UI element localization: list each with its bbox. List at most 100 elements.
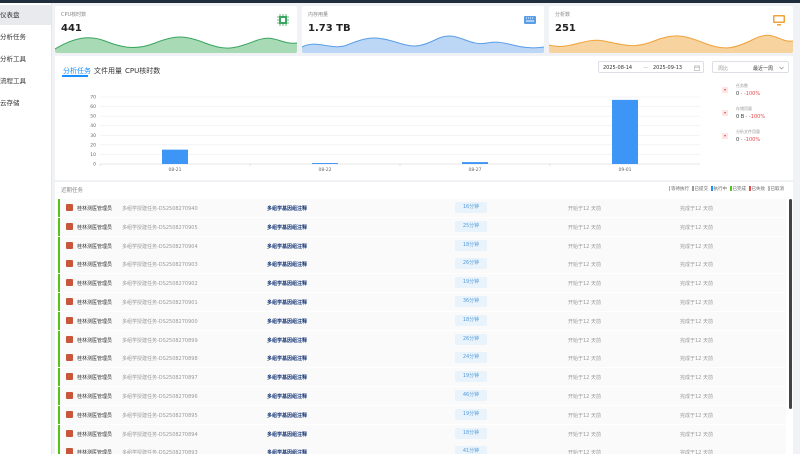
table-row[interactable]: 桂林测医管理员 多组学授建任务-DS2508270904 多组学基因组注释 18分钟 开… bbox=[58, 236, 786, 255]
stat-card-analyses: 分析数 251 bbox=[549, 6, 793, 53]
status-color-swatch bbox=[711, 186, 713, 191]
table-row[interactable]: 桂林测医管理员 多组学授建任务-DS2508270898 多组学基因组注释 24分钟 开… bbox=[58, 349, 786, 368]
task-name[interactable]: 多组学授建任务-DS2508270901 bbox=[122, 299, 198, 306]
task-name[interactable]: 多组学授建任务-DS2508270895 bbox=[122, 412, 198, 419]
task-start-time: 开始于12 天前 bbox=[568, 375, 601, 382]
task-start-time: 开始于12 天前 bbox=[568, 431, 601, 438]
x-tick-label: 08-21 bbox=[168, 167, 181, 173]
task-name[interactable]: 多组学授建任务-DS2508270900 bbox=[122, 318, 198, 325]
table-row[interactable]: 桂林测医管理员 多组学授建任务-DS2508270905 多组学基因组注释 25分钟 开… bbox=[58, 217, 786, 236]
task-name[interactable]: 多组学授建任务-DS2508270940 bbox=[122, 205, 198, 212]
summary-change: -100% bbox=[748, 114, 766, 120]
summary-name: 任务数 bbox=[736, 83, 748, 88]
bar[interactable] bbox=[162, 149, 188, 164]
status-legend-item: 已失败 bbox=[749, 186, 766, 192]
task-duration: 24分钟 bbox=[455, 352, 487, 364]
table-row[interactable]: 桂林测医管理员 多组学授建任务-DS2508270940 多组学基因组注释 16分钟 开… bbox=[58, 199, 786, 217]
user-avatar-icon bbox=[66, 429, 73, 437]
task-name[interactable]: 多组学授建任务-DS2508270899 bbox=[122, 337, 198, 344]
task-owner: 桂林测医管理员 bbox=[77, 412, 113, 419]
status-legend-label: 已失败 bbox=[751, 187, 766, 192]
tab-file-usage[interactable]: 文件用量 bbox=[94, 66, 122, 76]
task-name[interactable]: 多组学授建任务-DS2508270902 bbox=[122, 280, 198, 287]
task-type: 多组学基因组注释 bbox=[267, 412, 308, 419]
period-select-label: 周比 bbox=[718, 66, 729, 72]
sidebar-item-analysis-tools[interactable]: 分析工具 bbox=[0, 49, 51, 69]
summary-value: 0 bbox=[736, 137, 740, 143]
task-duration: 19分钟 bbox=[455, 371, 487, 383]
task-duration: 26分钟 bbox=[455, 333, 487, 345]
x-tick-label: 09-01 bbox=[618, 167, 631, 173]
status-legend: 等待执行 已提交 执行中 已完成 已失败 已取消 bbox=[666, 186, 785, 192]
task-name[interactable]: 多组学授建任务-DS2508270897 bbox=[122, 374, 198, 381]
sidebar-item-dashboard[interactable]: 仪表盘 bbox=[0, 5, 51, 25]
bar[interactable] bbox=[312, 163, 338, 164]
task-name[interactable]: 多组学授建任务-DS2508270893 bbox=[122, 449, 198, 454]
status-legend-label: 已取消 bbox=[770, 187, 785, 192]
table-row[interactable]: 桂林测医管理员 多组学授建任务-DS2508270893 多组学基因组注释 41分钟开… bbox=[58, 443, 786, 454]
task-name[interactable]: 多组学授建任务-DS2508270904 bbox=[122, 243, 198, 250]
task-type: 多组学基因组注释 bbox=[267, 337, 308, 344]
bar[interactable] bbox=[612, 99, 638, 164]
task-owner: 桂林测医管理员 bbox=[77, 318, 113, 325]
table-row[interactable]: 桂林测医管理员 多组学授建任务-DS2508270902 多组学基因组注释 19分钟 开… bbox=[58, 274, 786, 293]
task-start-time: 开始于12 天前 bbox=[568, 393, 601, 400]
task-duration: 19分钟 bbox=[455, 408, 487, 420]
task-start-time: 开始于12 天前 bbox=[568, 299, 601, 306]
table-row[interactable]: 桂林测医管理员 多组学授建任务-DS2508270903 多组学基因组注释 26分钟 开… bbox=[58, 255, 786, 274]
date-start[interactable]: 2025-08-14 bbox=[603, 65, 632, 71]
date-end[interactable]: 2025-09-13 bbox=[653, 65, 682, 71]
stat-label: 内存用量 bbox=[308, 12, 329, 18]
summary-value-row: 0 · -100% bbox=[736, 137, 761, 143]
task-duration: 46分钟 bbox=[455, 389, 487, 401]
stat-card-memory: 内存用量 1.73 TB bbox=[302, 6, 544, 53]
task-end-time: 完成于12 天前 bbox=[680, 206, 713, 212]
table-row[interactable]: 桂林测医管理员 多组学授建任务-DS2508270900 多组学基因组注释 18分钟 开… bbox=[58, 311, 786, 330]
bar[interactable] bbox=[462, 162, 488, 164]
task-owner: 桂林测医管理员 bbox=[77, 299, 113, 306]
status-color-swatch bbox=[768, 186, 770, 191]
task-name[interactable]: 多组学授建任务-DS2508270896 bbox=[122, 393, 198, 400]
task-name[interactable]: 多组学授建任务-DS2508270894 bbox=[122, 431, 198, 438]
user-avatar-icon bbox=[66, 410, 73, 418]
task-type: 多组学基因组注释 bbox=[267, 431, 308, 438]
task-start-time: 开始于12 天前 bbox=[568, 243, 601, 250]
task-duration: 18分钟 bbox=[455, 314, 487, 326]
sidebar-item-cloud-storage[interactable]: 云存储 bbox=[0, 93, 51, 113]
table-row[interactable]: 桂林测医管理员 多组学授建任务-DS2508270901 多组学基因组注释 36分钟 开… bbox=[58, 292, 786, 311]
task-name[interactable]: 多组学授建任务-DS2508270905 bbox=[122, 224, 198, 231]
summary-change: -100% bbox=[743, 137, 761, 143]
period-select[interactable]: 周比 最近一周 bbox=[712, 61, 789, 73]
task-end-time: 完成于12 天前 bbox=[680, 431, 713, 438]
task-start-time: 开始于12 天前 bbox=[568, 262, 601, 269]
task-name[interactable]: 多组学授建任务-DS2508270903 bbox=[122, 261, 198, 268]
status-legend-item: 执行中 bbox=[711, 186, 727, 192]
tab-cpu-hours[interactable]: CPU核时数 bbox=[125, 66, 160, 76]
table-row[interactable]: 桂林测医管理员 多组学授建任务-DS2508270894 多组学基因组注释 18分钟 开… bbox=[58, 424, 786, 443]
period-select-value: 最近一周 bbox=[753, 66, 774, 72]
task-name[interactable]: 多组学授建任务-DS2508270898 bbox=[122, 355, 198, 362]
table-row[interactable]: 桂林测医管理员 多组学授建任务-DS2508270897 多组学基因组注释 19分钟 开… bbox=[58, 368, 786, 387]
task-type: 多组学基因组注释 bbox=[267, 206, 308, 212]
table-row[interactable]: 桂林测医管理员 多组学授建任务-DS2508270895 多组学基因组注释 19分钟 开… bbox=[58, 405, 786, 424]
analyses-sparkline bbox=[549, 34, 793, 53]
status-color-swatch bbox=[692, 186, 694, 191]
sidebar-item-analysis-tasks[interactable]: 分析任务 bbox=[0, 27, 51, 47]
stat-label: 分析数 bbox=[555, 12, 571, 18]
summary-item-storage: ▾ 存储用量 0 B · -100% bbox=[718, 105, 792, 126]
user-avatar-icon bbox=[66, 241, 73, 249]
task-end-time: 完成于12 天前 bbox=[680, 281, 713, 288]
date-range-picker[interactable]: 2025-08-14 — 2025-09-13 bbox=[598, 61, 704, 73]
table-row[interactable]: 桂林测医管理员 多组学授建任务-DS2508270896 多组学基因组注释 46分钟 开… bbox=[58, 386, 786, 405]
user-avatar-icon bbox=[66, 391, 73, 399]
y-tick-label: 10 bbox=[90, 152, 96, 158]
summary-value-row: 0 · -100% bbox=[736, 91, 761, 97]
task-type: 多组学基因组注释 bbox=[267, 299, 308, 306]
table-row[interactable]: 桂林测医管理员 多组学授建任务-DS2508270899 多组学基因组注释 26分钟 开… bbox=[58, 330, 786, 349]
task-end-time: 完成于12 天前 bbox=[680, 262, 713, 269]
sidebar-item-pipeline-tools[interactable]: 流程工具 bbox=[0, 71, 51, 91]
active-tab-indicator bbox=[62, 75, 88, 77]
summary-value: 0 B bbox=[736, 114, 745, 120]
task-start-time: 开始于12 天前 bbox=[568, 450, 601, 454]
scrollbar[interactable] bbox=[789, 199, 792, 409]
